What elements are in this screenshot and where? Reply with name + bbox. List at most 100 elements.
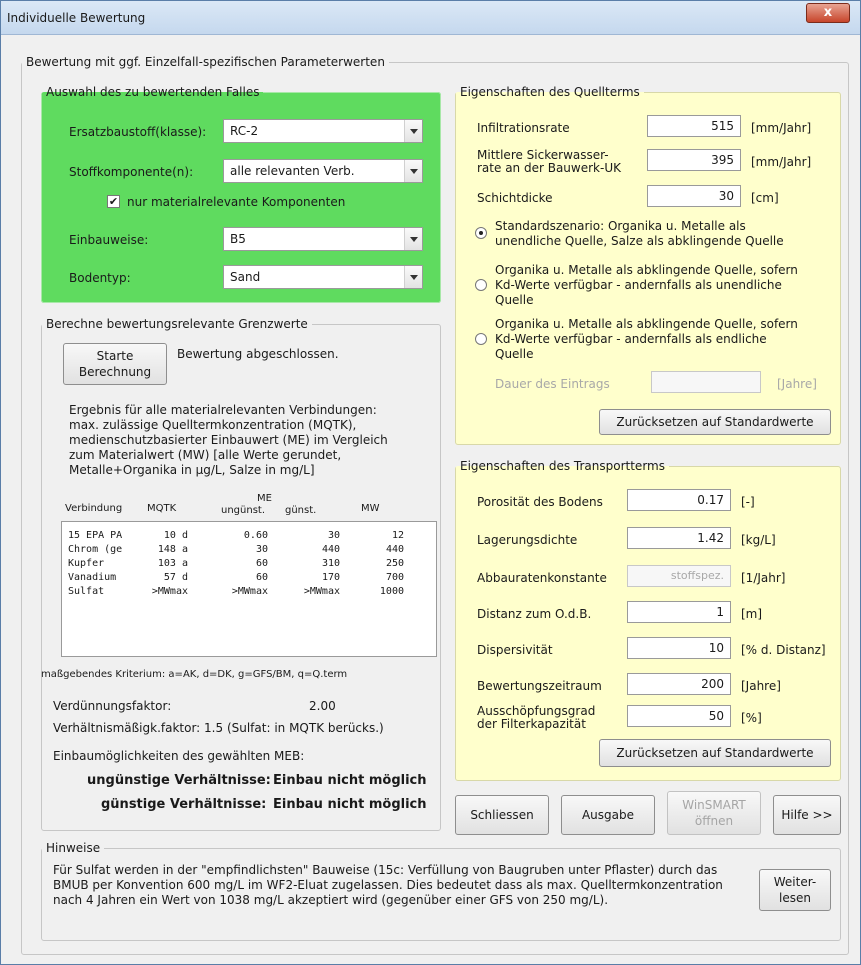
porosity-input[interactable]: 0.17: [627, 489, 731, 511]
calc-legend: Berechne bewertungsrelevante Grenzwerte: [46, 317, 308, 331]
decay-input[interactable]: stoffspez.: [627, 565, 731, 587]
component-select[interactable]: alle relevanten Verb.: [223, 159, 423, 183]
output-button[interactable]: Ausgabe: [561, 795, 655, 835]
row-name: Chrom (ge: [68, 544, 123, 555]
row-mw: 700: [385, 572, 404, 583]
row-gunst: 310: [321, 558, 340, 569]
close-button[interactable]: Schliessen: [455, 795, 549, 835]
decaying-finite-label: Organika u. Metalle als abklingende Quel…: [495, 317, 798, 361]
reset-transport-button[interactable]: Zurücksetzen auf Standardwerte: [599, 739, 831, 767]
table-row[interactable]: Vanadium 57 d 60 170 700: [66, 572, 432, 586]
period-unit: [Jahre]: [741, 679, 781, 693]
header-verbindung: Verbindung: [65, 503, 123, 514]
header-me: ME: [257, 493, 272, 504]
density-input[interactable]: 1.42: [627, 527, 731, 549]
distance-unit: [m]: [741, 607, 763, 621]
row-name: Vanadium: [68, 572, 117, 583]
period-input[interactable]: 200: [627, 673, 731, 695]
proportionality-text: Verhältnismäßigk.faktor: 1.5 (Sulfat: in…: [53, 721, 384, 735]
install-value: B5: [230, 232, 246, 246]
material-value: RC-2: [230, 124, 259, 138]
density-unit: [kg/L]: [741, 533, 776, 547]
density-label: Lagerungsdichte: [477, 533, 578, 547]
close-icon[interactable]: x: [806, 3, 850, 23]
unfavorable-label: ungünstige Verhältnisse:: [87, 773, 271, 788]
header-mw: MW: [361, 503, 380, 514]
decaying-infinite-radio[interactable]: [475, 279, 487, 291]
row-mqtk: 57 d: [163, 572, 188, 583]
table-row[interactable]: 15 EPA PA 10 d 0.60 30 12: [66, 530, 432, 544]
seepage-label: Mittlere Sickerwasser- rate an der Bauwe…: [477, 148, 621, 175]
install-label: Einbauweise:: [69, 233, 149, 247]
porosity-unit: [-]: [741, 495, 755, 509]
duration-input[interactable]: [651, 371, 761, 393]
favorable-label: günstige Verhältnisse:: [101, 797, 267, 812]
result-line: Ergebnis für alle materialrelevanten Ver…: [69, 403, 377, 417]
duration-label: Dauer des Eintrags: [495, 377, 610, 391]
dispersivity-input[interactable]: 10: [627, 637, 731, 659]
start-calculation-button[interactable]: Starte Berechnung: [63, 343, 167, 385]
chevron-down-icon[interactable]: [404, 160, 422, 182]
standard-scenario-label: Standardszenario: Organika u. Metalle al…: [495, 219, 784, 248]
chevron-down-icon[interactable]: [404, 228, 422, 250]
install-select[interactable]: B5: [223, 227, 423, 251]
header-ungunst: ungünst.: [221, 505, 266, 516]
chevron-down-icon[interactable]: [404, 120, 422, 142]
result-line: zum Materialwert (MW) [alle Werte gerund…: [69, 448, 342, 462]
distance-input[interactable]: 1: [627, 601, 731, 623]
row-mw: 250: [385, 558, 404, 569]
row-ungunst: >MWmax: [231, 586, 268, 597]
help-button[interactable]: Hilfe >>: [773, 795, 841, 835]
decay-label: Abbauratenkonstante: [477, 571, 607, 585]
row-gunst: >MWmax: [303, 586, 340, 597]
table-row[interactable]: Sulfat >MWmax >MWmax >MWmax 1000: [66, 586, 432, 600]
dilution-value: 2.00: [309, 699, 336, 713]
table-row[interactable]: Kupfer 103 a 60 310 250: [66, 558, 432, 572]
result-line: max. zulässige Quelltermkonzentration (M…: [69, 418, 357, 432]
notes-legend: Hinweise: [46, 841, 101, 855]
read-more-button[interactable]: Weiter- lesen: [759, 869, 831, 911]
thickness-label: Schichtdicke: [477, 191, 553, 205]
row-mqtk: 103 a: [157, 558, 188, 569]
only-relevant-checkbox[interactable]: ✔: [107, 195, 120, 208]
title-bar: Individuelle Bewertung x: [1, 1, 860, 35]
exhaustion-unit: [%]: [741, 711, 762, 725]
standard-scenario-radio[interactable]: [475, 227, 487, 239]
winsmart-button[interactable]: WinSMART öffnen: [667, 791, 761, 835]
material-select[interactable]: RC-2: [223, 119, 423, 143]
notes-text: Für Sulfat werden in der "empfindlichste…: [53, 863, 723, 907]
material-label: Ersatzbaustoff(klasse):: [69, 125, 207, 139]
infiltration-input[interactable]: 515: [647, 115, 741, 137]
row-gunst: 30: [327, 530, 340, 541]
row-name: 15 EPA PA: [68, 530, 123, 541]
thickness-input[interactable]: 30: [647, 185, 741, 207]
exhaustion-input[interactable]: 50: [627, 705, 731, 727]
period-label: Bewertungszeitraum: [477, 679, 602, 693]
window-title: Individuelle Bewertung: [7, 11, 146, 25]
infiltration-label: Infiltrationsrate: [477, 121, 570, 135]
decaying-finite-radio[interactable]: [475, 333, 487, 345]
case-selection-legend: Auswahl des zu bewertenden Falles: [46, 85, 260, 99]
header-gunst: günst.: [285, 505, 317, 516]
results-list[interactable]: 15 EPA PA 10 d 0.60 30 12 Chrom (ge 148 …: [61, 521, 437, 657]
options-label: Einbaumöglichkeiten des gewählten MEB:: [53, 749, 305, 763]
decaying-infinite-label: Organika u. Metalle als abklingende Quel…: [495, 263, 798, 307]
calc-status: Bewertung abgeschlossen.: [177, 347, 339, 361]
decay-unit: [1/Jahr]: [741, 571, 786, 585]
soil-select[interactable]: Sand: [223, 265, 423, 289]
reset-source-button[interactable]: Zurücksetzen auf Standardwerte: [599, 409, 831, 435]
row-mw: 12: [391, 530, 404, 541]
row-ungunst: 0.60: [243, 530, 268, 541]
source-legend: Eigenschaften des Quellterms: [460, 85, 640, 99]
seepage-input[interactable]: 395: [647, 149, 741, 171]
header-mqtk: MQTK: [147, 503, 177, 514]
row-ungunst: 60: [255, 558, 268, 569]
seepage-unit: [mm/Jahr]: [751, 155, 812, 169]
row-mqtk: 10 d: [163, 530, 188, 541]
result-line: medienschutzbasierter Einbauwert (ME) im…: [69, 433, 388, 447]
chevron-down-icon[interactable]: [404, 266, 422, 288]
main-group-legend: Bewertung mit ggf. Einzelfall-spezifisch…: [26, 55, 385, 69]
table-row[interactable]: Chrom (ge 148 a 30 440 440: [66, 544, 432, 558]
soil-label: Bodentyp:: [69, 271, 131, 285]
row-gunst: 170: [321, 572, 340, 583]
